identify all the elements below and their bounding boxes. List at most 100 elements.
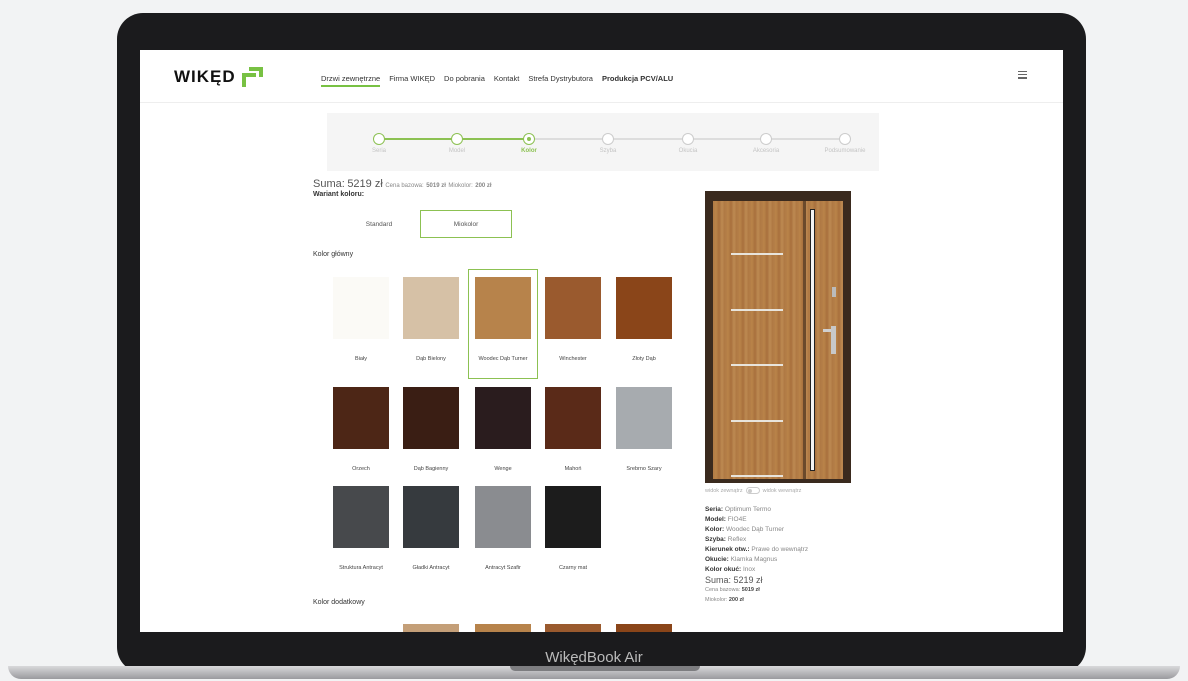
extra-color-swatch[interactable] xyxy=(545,624,601,632)
step-dot[interactable] xyxy=(451,133,463,145)
spec-label: Kolor: xyxy=(705,526,725,533)
sum-label: Suma: xyxy=(313,178,345,190)
preview-extra-label: Miokolor: xyxy=(705,597,728,603)
door-decor-strip xyxy=(731,309,783,311)
spec-label: Kolor okuć: xyxy=(705,566,742,573)
color-swatch[interactable] xyxy=(545,486,601,548)
step-label[interactable]: Kolor xyxy=(494,148,564,154)
swatch-label: Winchester xyxy=(559,356,587,362)
step-dot[interactable] xyxy=(602,133,614,145)
spec-list: Seria: Optimum Termo Model: FIO4E Kolor: W… xyxy=(705,505,808,605)
price-summary: Suma: 5219 zł Cena bazowa: 5019 zł Mioko… xyxy=(313,178,492,190)
color-swatch[interactable] xyxy=(475,277,531,339)
step-label[interactable]: Podsumowanie xyxy=(810,148,880,154)
door-leaf xyxy=(713,201,843,479)
swatch-label: Dąb Bielony xyxy=(416,356,446,362)
spec-label: Kierunek otw.: xyxy=(705,546,750,553)
spec-row: Kierunek otw.: Prawe do wewnątrz xyxy=(705,545,808,555)
logo-text: WIKĘD xyxy=(174,67,236,86)
spec-row: Kolor okuć: Inox xyxy=(705,565,808,575)
color-swatch[interactable] xyxy=(475,486,531,548)
spec-row: Okucie: Klamka Magnus xyxy=(705,555,808,565)
step-dot[interactable] xyxy=(682,133,694,145)
door-handle-plate xyxy=(831,326,836,354)
swatch-label: Antracyt Szafir xyxy=(485,565,521,571)
color-swatch[interactable] xyxy=(403,486,459,548)
door-divider xyxy=(803,201,806,479)
step-label[interactable]: Szyba xyxy=(573,148,643,154)
toggle-right-label: widok wewnątrz xyxy=(762,487,802,494)
door-decor-strip xyxy=(731,253,783,255)
nav-item[interactable]: Drzwi zewnętrzne xyxy=(321,74,381,87)
swatch-label: Wenge xyxy=(494,466,512,472)
step-label[interactable]: Seria xyxy=(344,148,414,154)
color-swatch[interactable] xyxy=(475,387,531,449)
preview-base-value: 5019 zł xyxy=(741,587,760,593)
base-label: Cena bazowa: xyxy=(385,183,424,189)
nav-item[interactable]: Do pobrania xyxy=(444,74,485,87)
spec-label: Model: xyxy=(705,516,726,523)
spec-value: Optimum Termo xyxy=(724,506,772,513)
swatch-label: Dąb Bagienny xyxy=(413,466,449,472)
step-label[interactable]: Akcesoria xyxy=(731,148,801,154)
door-preview xyxy=(705,191,851,483)
swatch-label: Mahoń xyxy=(564,466,582,472)
extra-price: 200 zł xyxy=(475,183,492,189)
view-toggle[interactable] xyxy=(745,487,760,494)
color-swatch[interactable] xyxy=(333,387,389,449)
color-swatch[interactable] xyxy=(333,486,389,548)
color-swatch[interactable] xyxy=(403,387,459,449)
spec-value: Klamka Magnus xyxy=(730,556,778,563)
sum-total: 5219 zł xyxy=(347,178,383,190)
spec-label: Seria: xyxy=(705,506,724,513)
color-swatch[interactable] xyxy=(403,277,459,339)
browser-screen: WIKĘD Drzwi zewnętrzne Firma WIKĘD Do pobr… xyxy=(140,50,1063,632)
stage: WIKĘD Drzwi zewnętrzne Firma WIKĘD Do pobr… xyxy=(0,0,1188,681)
spec-label: Okucie: xyxy=(705,556,729,563)
door-decor-strip xyxy=(731,364,783,366)
step-dot[interactable] xyxy=(760,133,772,145)
nav-item[interactable]: Firma WIKĘD xyxy=(389,74,435,87)
spec-value: Prawe do wewnątrz xyxy=(751,546,809,553)
toggle-left-label: widok zewnątrz xyxy=(705,487,743,494)
hamburger-icon[interactable] xyxy=(1018,71,1027,81)
variant-option-standard[interactable]: Standard xyxy=(340,210,418,238)
preview-sum: Suma: 5219 zł xyxy=(705,575,808,585)
spec-value: Inox xyxy=(742,566,756,573)
extra-label: Miokolor: xyxy=(448,183,473,189)
spec-label: Szyba: xyxy=(705,536,726,543)
extra-color-swatch[interactable] xyxy=(403,624,459,632)
variant-option-miokolor[interactable]: Miokolor xyxy=(420,210,512,238)
preview-sum-label: Suma: xyxy=(705,575,732,585)
extra-color-swatch[interactable] xyxy=(616,624,672,632)
color-swatch[interactable] xyxy=(616,387,672,449)
config-stepper: Seria Model Kolor Szyba Okucia Akcesoria Podsu… xyxy=(327,113,879,171)
logo-mark-icon xyxy=(240,67,264,87)
step-dot[interactable] xyxy=(523,133,535,145)
wiked-logo[interactable]: WIKĘD xyxy=(174,67,264,87)
preview-base: Cena bazowa: 5019 zł xyxy=(705,585,808,595)
door-decor-strip xyxy=(731,420,783,422)
main-color-label: Kolor główny xyxy=(313,251,354,258)
step-dot[interactable] xyxy=(839,133,851,145)
door-lock-icon xyxy=(832,287,836,297)
color-swatch[interactable] xyxy=(545,387,601,449)
color-swatch[interactable] xyxy=(333,277,389,339)
main-nav: Drzwi zewnętrzne Firma WIKĘD Do pobrania Ko… xyxy=(321,74,673,87)
step-connector xyxy=(608,138,688,140)
step-label[interactable]: Okucia xyxy=(653,148,723,154)
step-label[interactable]: Model xyxy=(422,148,492,154)
door-decor-strip xyxy=(731,475,783,477)
extra-color-swatch[interactable] xyxy=(475,624,531,632)
variant-label: Wariant koloru: xyxy=(313,191,365,198)
spec-row: Seria: Optimum Termo xyxy=(705,505,808,515)
nav-item[interactable]: Kontakt xyxy=(494,74,519,87)
nav-item[interactable]: Strefa Dystrybutora xyxy=(528,74,593,87)
nav-item[interactable]: Produkcja PCV/ALU xyxy=(602,74,673,87)
swatch-label: Woodec Dąb Turner xyxy=(478,356,528,362)
swatch-label: Struktura Antracyt xyxy=(339,565,383,571)
swatch-label: Orzech xyxy=(352,466,370,472)
color-swatch[interactable] xyxy=(616,277,672,339)
color-swatch[interactable] xyxy=(545,277,601,339)
step-dot[interactable] xyxy=(373,133,385,145)
